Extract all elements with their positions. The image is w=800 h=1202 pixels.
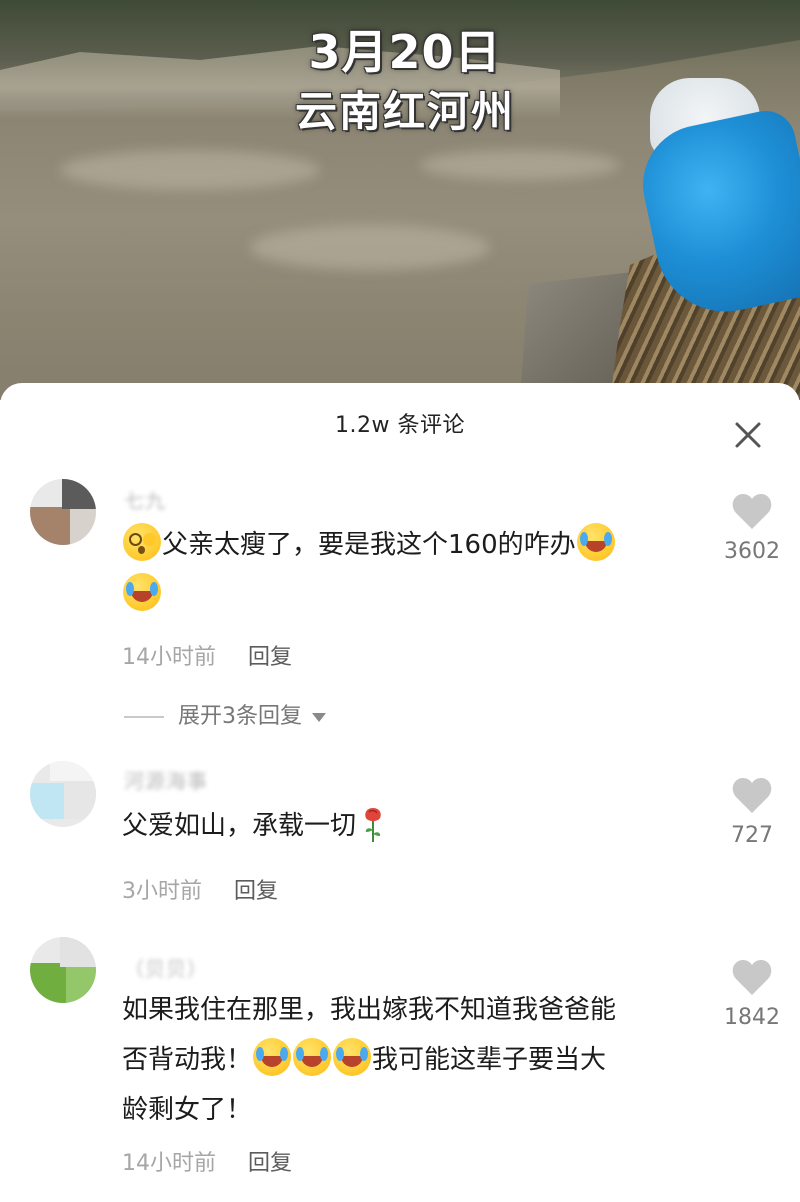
expand-replies-button[interactable]: 展开3条回复 <box>124 698 326 730</box>
comment-text-line: 否背动我！ <box>122 1045 253 1075</box>
expand-replies-label: 展开3条回复 <box>178 704 302 729</box>
like-count: 727 <box>731 823 773 848</box>
like-count: 1842 <box>724 1005 780 1030</box>
video-date-text: 3月20日 <box>308 25 502 79</box>
video-location-text: 云南红河州 <box>294 87 515 136</box>
comment-text-line: 龄剩女了！ <box>122 1095 253 1125</box>
water-ripple <box>420 150 620 180</box>
reply-button[interactable]: 回复 <box>234 879 278 904</box>
video-player[interactable]: 3月20日 云南红河州 <box>0 0 800 400</box>
close-icon[interactable] <box>728 415 768 455</box>
avatar[interactable] <box>30 479 96 545</box>
comment-text-line: 如果我住在那里，我出嫁我不知道我爸爸能 <box>122 995 617 1025</box>
comment-text: 父爱如山，承载一切 <box>122 801 702 851</box>
reply-button[interactable]: 回复 <box>248 645 292 670</box>
laugh-cry-emoji <box>576 523 615 561</box>
like-button[interactable]: 1842 <box>712 959 792 1030</box>
avatar[interactable] <box>30 761 96 827</box>
water-ripple <box>60 150 320 190</box>
laugh-cry-emoji <box>253 1038 292 1076</box>
comment-time: 14小时前 <box>122 645 216 670</box>
water-ripple <box>250 225 490 270</box>
comment-meta: 14小时前 回复 <box>122 1145 292 1177</box>
comment-time: 14小时前 <box>122 1151 216 1176</box>
username-blurred[interactable]: （贝贝） <box>124 953 208 982</box>
comment-text-content: 父爱如山，承载一切 <box>122 811 357 841</box>
heart-icon[interactable] <box>731 777 773 815</box>
rose-emoji <box>365 808 381 842</box>
comments-panel: 1.2w 条评论 七九 父亲太瘦了，要是我这个160的咋办 14小时前 回复 36… <box>0 383 800 1202</box>
video-caption: 3月20日 云南红河州 <box>270 22 540 142</box>
comment-text: 父亲太瘦了，要是我这个160的咋办 <box>122 520 702 620</box>
shock-emoji <box>123 523 161 561</box>
laugh-cry-emoji <box>333 1038 372 1076</box>
comment-meta: 14小时前 回复 <box>122 639 292 671</box>
username-blurred[interactable]: 七九 <box>124 485 166 514</box>
laugh-cry-emoji <box>123 573 161 611</box>
reply-button[interactable]: 回复 <box>248 1151 292 1176</box>
like-count: 3602 <box>724 539 780 564</box>
comment-text-line: 我可能这辈子要当大 <box>372 1045 607 1075</box>
laugh-cry-emoji <box>293 1038 332 1076</box>
comments-count-title: 1.2w 条评论 <box>335 413 465 438</box>
username-blurred[interactable]: 河源海事 <box>124 765 208 794</box>
avatar[interactable] <box>30 937 96 1003</box>
like-button[interactable]: 727 <box>712 777 792 848</box>
comment-time: 3小时前 <box>122 879 202 904</box>
comment-text-content: 父亲太瘦了，要是我这个160的咋办 <box>162 530 576 560</box>
chevron-down-icon <box>312 712 326 722</box>
divider-dash <box>124 716 164 718</box>
heart-icon[interactable] <box>731 959 773 997</box>
heart-icon[interactable] <box>731 493 773 531</box>
like-button[interactable]: 3602 <box>712 493 792 564</box>
comment-text: 如果我住在那里，我出嫁我不知道我爸爸能 否背动我！ 我可能这辈子要当大 龄剩女了！ <box>122 985 702 1135</box>
comment-meta: 3小时前 回复 <box>122 873 278 905</box>
